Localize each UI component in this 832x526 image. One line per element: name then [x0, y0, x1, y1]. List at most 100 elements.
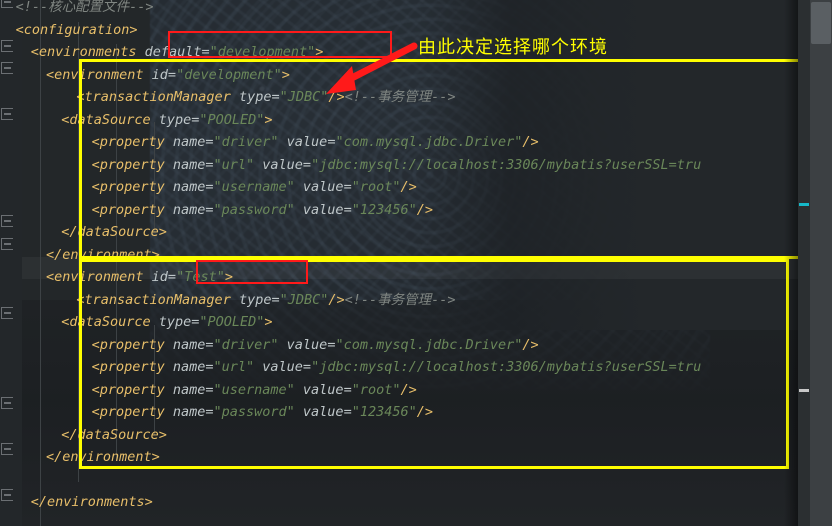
fold-marker-icon[interactable]	[1, 0, 13, 8]
code-line: </environment>	[46, 446, 160, 469]
code-token-tag: <transactionManager	[76, 89, 239, 105]
code-line: <property name="driver" value="com.mysql…	[92, 334, 539, 357]
code-line: <environment id="development">	[46, 64, 290, 87]
code-token-str: "development"	[209, 44, 316, 60]
vertical-scrollbar-thumb[interactable]	[811, 2, 831, 44]
code-token-tag: </environments>	[30, 494, 153, 510]
code-token-tag: <transactionManager	[76, 291, 239, 308]
vertical-scrollbar-track[interactable]	[810, 0, 832, 526]
code-token-attr: name=	[172, 179, 214, 195]
fold-marker-icon[interactable]	[1, 238, 13, 250]
code-line: <property name="password" value="123456"…	[92, 199, 433, 222]
code-line: <property name="url" value="jdbc:mysql:/…	[92, 356, 702, 379]
code-token-tag: <property	[91, 156, 173, 173]
emphasis-box-test-id-attribute	[196, 260, 308, 284]
code-line: </environment>	[46, 244, 160, 267]
code-token-attr: value=	[294, 201, 352, 218]
marker-bar[interactable]	[798, 0, 810, 526]
fold-marker-icon[interactable]	[1, 307, 13, 319]
code-token-str: "jdbc:mysql://localhost:3306/mybatis?use…	[311, 156, 702, 173]
highlight-box-development-environment	[79, 59, 809, 259]
code-token-str: "JDBC"	[279, 291, 329, 308]
code-token-str: "password"	[213, 201, 295, 218]
fold-marker-icon[interactable]	[1, 489, 13, 501]
scrollbar-marker[interactable]	[799, 389, 809, 392]
code-token-tag: />	[416, 201, 433, 218]
code-token-attr: value=	[294, 404, 352, 420]
code-editor[interactable]: <!--核心配置文件--> <configuration> <environment…	[0, 0, 832, 526]
code-token-tag: <property	[91, 201, 173, 218]
editor-background-fade-bottom	[0, 300, 832, 526]
code-token-tag: <property	[91, 381, 173, 398]
code-token-str: "development"	[176, 66, 282, 83]
code-token-str: "POOLED"	[199, 111, 265, 128]
fold-marker-icon[interactable]	[1, 397, 13, 409]
code-token-attr: type=	[238, 291, 280, 308]
fold-marker-icon[interactable]	[1, 62, 13, 74]
code-token-tag: </environment>	[46, 246, 160, 263]
fold-marker-icon[interactable]	[1, 108, 13, 120]
code-line: <!--核心配置文件-->	[16, 0, 154, 19]
code-token-tag: <dataSource	[61, 111, 159, 128]
editor-background-image	[150, 0, 710, 390]
fold-marker-icon[interactable]	[1, 40, 13, 52]
indent-guide	[78, 22, 79, 482]
code-token-attr: name=	[172, 381, 214, 398]
indent-guide	[116, 44, 117, 460]
code-token-tag: <property	[91, 134, 173, 150]
code-token-attr: value=	[254, 156, 312, 173]
code-token-str: "root"	[351, 381, 401, 398]
current-line-highlight	[0, 257, 832, 279]
emphasis-box-default-attribute	[168, 31, 392, 58]
code-token-cmt: <!--事务管理-->	[344, 89, 456, 105]
code-token-tag: />	[522, 134, 539, 150]
code-token-tag: <property	[91, 179, 173, 195]
fold-marker-icon[interactable]	[1, 443, 13, 455]
scrollbar-marker[interactable]	[799, 203, 809, 206]
fold-marker-icon[interactable]	[1, 215, 13, 227]
code-token-str: "jdbc:mysql://localhost:3306/mybatis?use…	[311, 359, 702, 375]
code-line: <property name="username" value="root"/>	[92, 379, 417, 402]
code-token-attr: value=	[278, 336, 336, 353]
code-line: <property name="url" value="jdbc:mysql:/…	[92, 154, 702, 177]
editor-right-edge-shadow	[784, 0, 798, 526]
code-line: <dataSource type="POOLED">	[61, 109, 272, 132]
code-token-attr: id=	[151, 66, 177, 83]
code-line: <dataSource type="POOLED">	[61, 311, 272, 334]
code-line: </dataSource>	[61, 424, 167, 447]
indent-guide	[40, 0, 41, 526]
code-token-str: "com.mysql.jdbc.Driver"	[335, 134, 523, 150]
code-token-tag: />	[522, 336, 539, 353]
code-token-attr: name=	[172, 134, 214, 150]
pointer-arrow-icon	[326, 42, 418, 94]
code-token-attr: name=	[172, 201, 214, 218]
code-token-str: "JDBC"	[279, 89, 329, 105]
code-token-tag: <dataSource	[61, 314, 159, 330]
code-token-str: "username"	[213, 381, 295, 398]
code-line: </dataSource>	[61, 221, 167, 244]
code-token-tag: </dataSource>	[61, 224, 167, 240]
code-line: <transactionManager type="JDBC"/><!--事务管…	[76, 289, 455, 312]
code-token-attr: value=	[294, 381, 352, 398]
code-token-attr: value=	[278, 134, 336, 150]
code-token-tag: <configuration>	[15, 21, 138, 38]
code-token-tag: >	[315, 44, 324, 60]
code-token-tag: >	[264, 111, 273, 128]
annotation-note: 由此决定选择哪个环境	[418, 37, 608, 58]
code-token-str: "123456"	[351, 404, 417, 420]
code-token-str: "url"	[213, 359, 255, 375]
code-token-attr: value=	[294, 179, 352, 195]
editor-gutter[interactable]	[0, 0, 22, 526]
code-token-tag: <environments	[30, 44, 145, 60]
code-token-attr: id=	[151, 269, 177, 285]
code-token-tag: </environment>	[46, 449, 160, 465]
highlight-box-test-environment	[79, 259, 789, 469]
code-token-str: "Test"	[176, 269, 225, 285]
code-line: <environment id="Test">	[46, 266, 233, 289]
code-token-tag: >	[224, 269, 233, 285]
code-token-tag: </dataSource>	[61, 426, 167, 443]
code-line: <configuration>	[16, 19, 138, 42]
code-token-attr: name=	[172, 156, 214, 173]
code-token-attr: name=	[172, 404, 214, 420]
code-token-str: "driver"	[213, 336, 279, 353]
